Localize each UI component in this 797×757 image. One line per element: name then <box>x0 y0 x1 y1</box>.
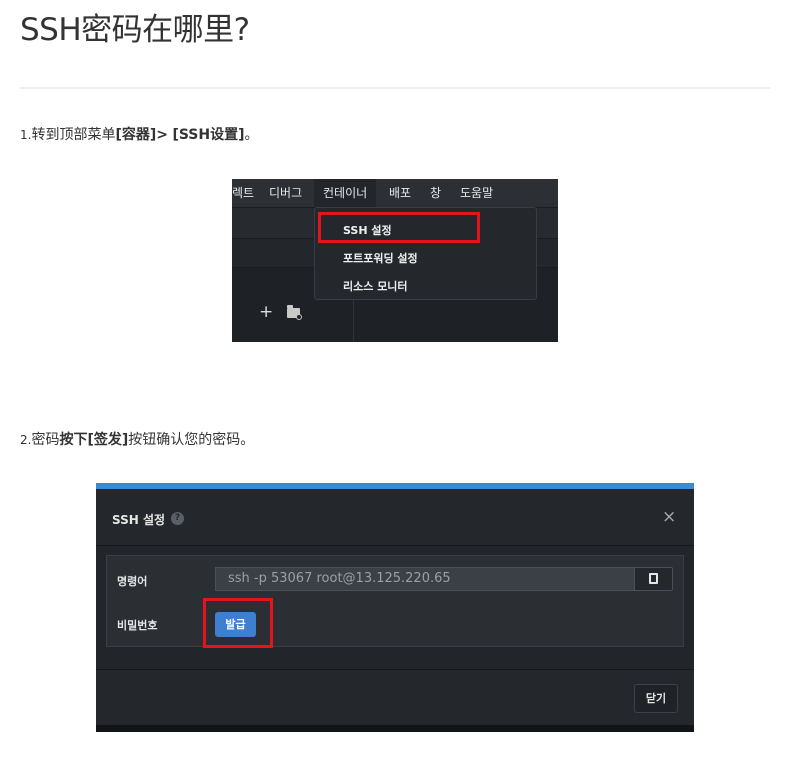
step-2-text: 2.密码按下[签发]按钮确认您的密码。 <box>20 429 254 449</box>
dialog-header: SSH 설정 ? × <box>96 489 694 546</box>
menu-item-port-forwarding[interactable]: 포트포워딩 설정 <box>343 250 418 266</box>
menu-project[interactable]: 렉트 <box>232 179 254 207</box>
menu-item-resource-monitor[interactable]: 리소스 모니터 <box>343 278 408 294</box>
step-1-text-c: 。 <box>244 127 259 143</box>
menu-debug[interactable]: 디버그 <box>269 179 302 207</box>
highlight-box-issue-button <box>203 598 273 648</box>
menu-container[interactable]: 컨테이너 <box>314 179 377 207</box>
step-2-bold-a: 按下[签发] <box>59 432 129 448</box>
dialog-body: 명령어 ssh -p 53067 root@13.125.220.65 비밀번호… <box>96 546 694 670</box>
step-2-text-a: 密码 <box>31 432 60 448</box>
step-1-number: 1. <box>20 128 32 142</box>
step-1-bold-b: [SSH设置] <box>172 127 245 143</box>
ssh-dialog-screenshot: SSH 설정 ? × 명령어 ssh -p 53067 root@13.125.… <box>96 483 694 732</box>
step-1-text-a: 转到顶部菜单 <box>31 127 116 143</box>
close-icon[interactable]: × <box>662 507 676 527</box>
menu-deploy[interactable]: 배포 <box>389 179 411 207</box>
ssh-command-field[interactable]: ssh -p 53067 root@13.125.220.65 <box>215 567 635 591</box>
step-1-bold-a: [容器]> <box>115 127 168 143</box>
step-2-number: 2. <box>20 433 32 447</box>
page-title: SSH密码在哪里? <box>20 12 250 48</box>
close-button[interactable]: 닫기 <box>634 684 678 713</box>
dialog-title: SSH 설정 <box>112 513 166 527</box>
password-label: 비밀번호 <box>117 619 158 632</box>
menu-screenshot: 렉트 디버그 컨테이너 배포 창 도움말 + SSH 설정 포트포워딩 설정 리… <box>232 179 558 342</box>
step-1-text: 1.转到顶部菜单[容器]> [SSH设置]。 <box>20 124 259 144</box>
copy-icon <box>646 570 658 584</box>
copy-button[interactable] <box>634 567 673 591</box>
add-icon[interactable]: + <box>259 302 273 322</box>
menu-help[interactable]: 도움말 <box>460 179 493 207</box>
menu-window[interactable]: 창 <box>430 179 441 207</box>
step-2-text-b: 按钮确认您的密码。 <box>128 432 255 448</box>
menubar: 렉트 디버그 컨테이너 배포 창 도움말 <box>232 179 558 208</box>
ssh-info-panel: 명령어 ssh -p 53067 root@13.125.220.65 비밀번호… <box>106 555 684 647</box>
title-divider <box>20 87 770 89</box>
folder-settings-icon[interactable] <box>287 305 302 320</box>
help-icon[interactable]: ? <box>171 512 184 525</box>
dialog-footer: 닫기 <box>96 670 694 725</box>
highlight-box-ssh-settings <box>318 212 480 243</box>
command-label: 명령어 <box>117 575 148 588</box>
dialog-bottom-edge <box>96 725 694 732</box>
